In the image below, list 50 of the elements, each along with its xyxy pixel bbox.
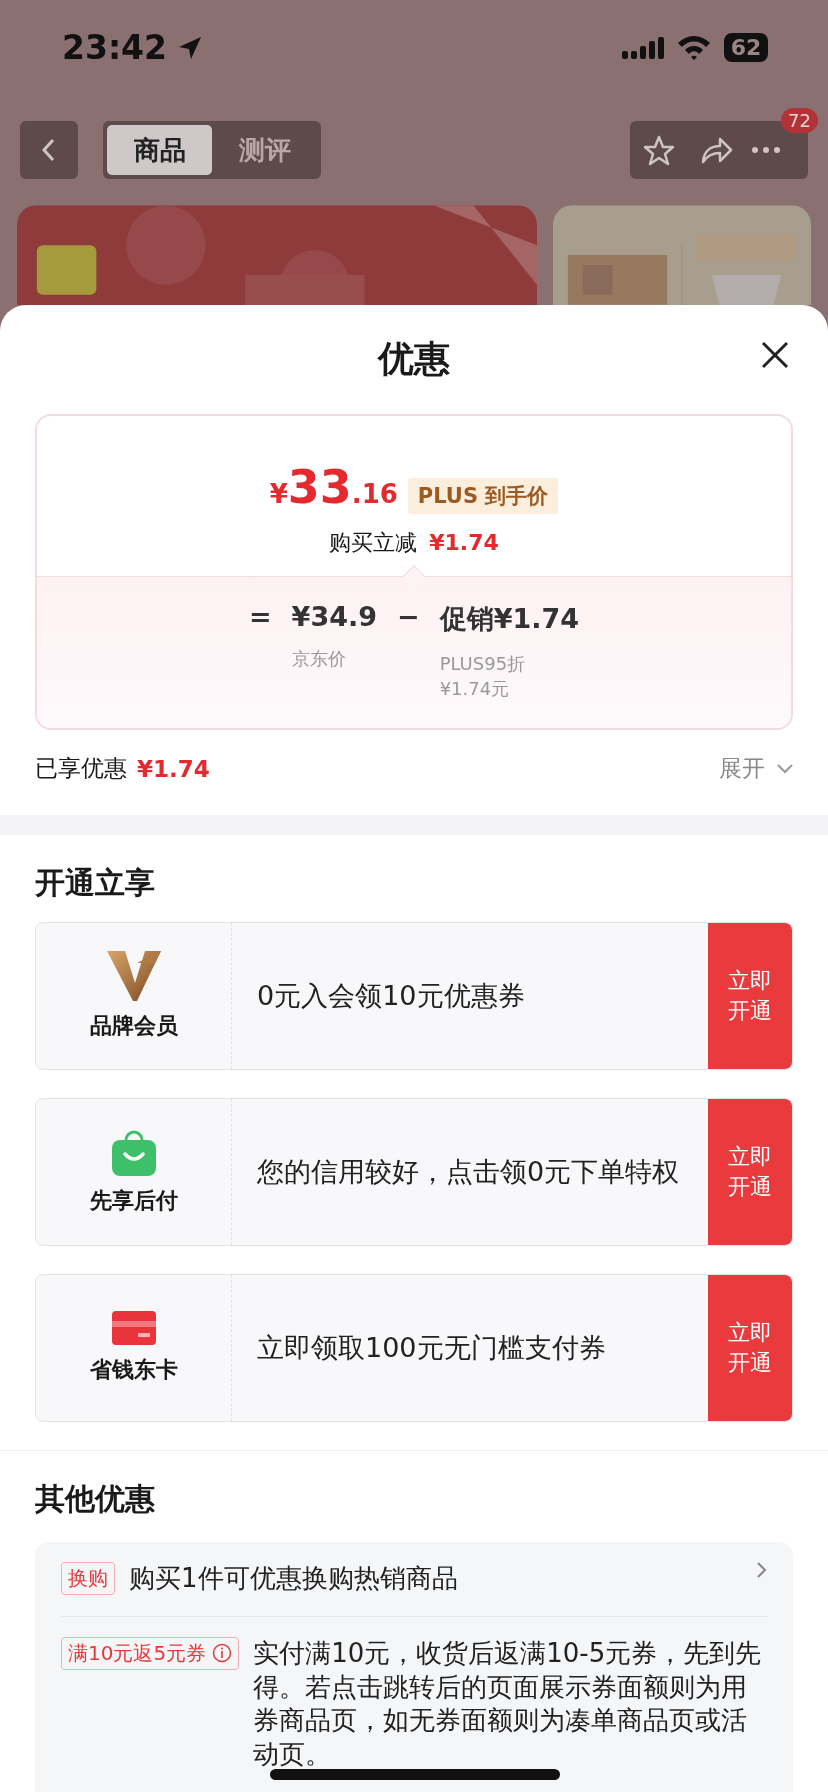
savings-amount: ¥1.74 <box>137 755 210 782</box>
battery-level: 62 <box>724 33 768 62</box>
card-icon <box>111 1311 156 1345</box>
promotion-note: ¥1.74元 <box>439 677 511 702</box>
promotion-tag: 换购 <box>61 1562 115 1595</box>
activate-button[interactable]: 立即开通 <box>708 1275 792 1421</box>
chevron-right-icon <box>757 1562 767 1578</box>
info-icon <box>212 1643 233 1664</box>
equals-sign: = <box>248 600 272 632</box>
sheet-title: 优惠 <box>378 336 450 381</box>
activate-button[interactable]: 立即开通 <box>708 923 792 1069</box>
back-icon <box>41 138 57 162</box>
section-title: 其他优惠 <box>35 1480 156 1518</box>
offer-name: 省钱东卡 <box>89 1356 178 1384</box>
tab[interactable]: 商品 <box>107 125 212 175</box>
price-label: 京东价 <box>291 646 347 671</box>
promotion-text: 购买1件可优惠换购热销商品 <box>129 1562 459 1595</box>
chevron-down-icon <box>777 763 793 774</box>
promotion-note: PLUS95折 <box>439 651 527 676</box>
notification-badge: 72 <box>781 108 818 133</box>
promotion-text: 实付满10元，收货后返满10-5元券，先到先得。若点击跳转后的页面展示券面额则为用券商品页，如无券面额则为凑单商品页或活动页。 <box>253 1636 763 1772</box>
close-icon <box>761 341 789 369</box>
section-title: 开通立享 <box>35 864 156 902</box>
shopping-bag-icon <box>111 1128 156 1176</box>
close-button[interactable] <box>760 341 790 371</box>
star-icon <box>643 134 675 166</box>
activate-button[interactable]: 立即开通 <box>708 1099 792 1245</box>
signal-icon <box>622 36 664 59</box>
more-icon <box>751 146 781 154</box>
offer-name: 先享后付 <box>89 1187 178 1215</box>
base-price: ¥34.9 <box>291 600 377 632</box>
promotion-amount: 促销¥1.74 <box>439 601 580 636</box>
offer-description: 您的信用较好，点击领0元下单特权 <box>256 1154 681 1189</box>
v-logo-icon <box>106 951 161 1001</box>
offer-name: 品牌会员 <box>89 1012 178 1040</box>
offer-description: 立即领取100元无门槛支付券 <box>256 1330 607 1365</box>
back-button[interactable] <box>20 121 78 179</box>
share-icon <box>700 135 734 165</box>
wifi-icon <box>676 34 712 61</box>
tab[interactable]: 测评 <box>212 125 317 175</box>
price-tag: PLUS 到手价 <box>407 477 559 514</box>
discount-label: 购买立减 <box>329 528 418 557</box>
minus-sign: − <box>397 600 420 632</box>
clock-time: 23:42 <box>62 28 168 67</box>
offer-description: 0元入会领10元优惠券 <box>256 978 526 1013</box>
promotion-tag: 满10元返5元券 <box>61 1636 240 1670</box>
discount-amount: ¥1.74 <box>429 529 499 555</box>
savings-label: 已享优惠 <box>35 754 127 784</box>
final-price: ¥33.16 <box>269 459 398 514</box>
expand-button[interactable]: 展开 <box>719 753 793 785</box>
